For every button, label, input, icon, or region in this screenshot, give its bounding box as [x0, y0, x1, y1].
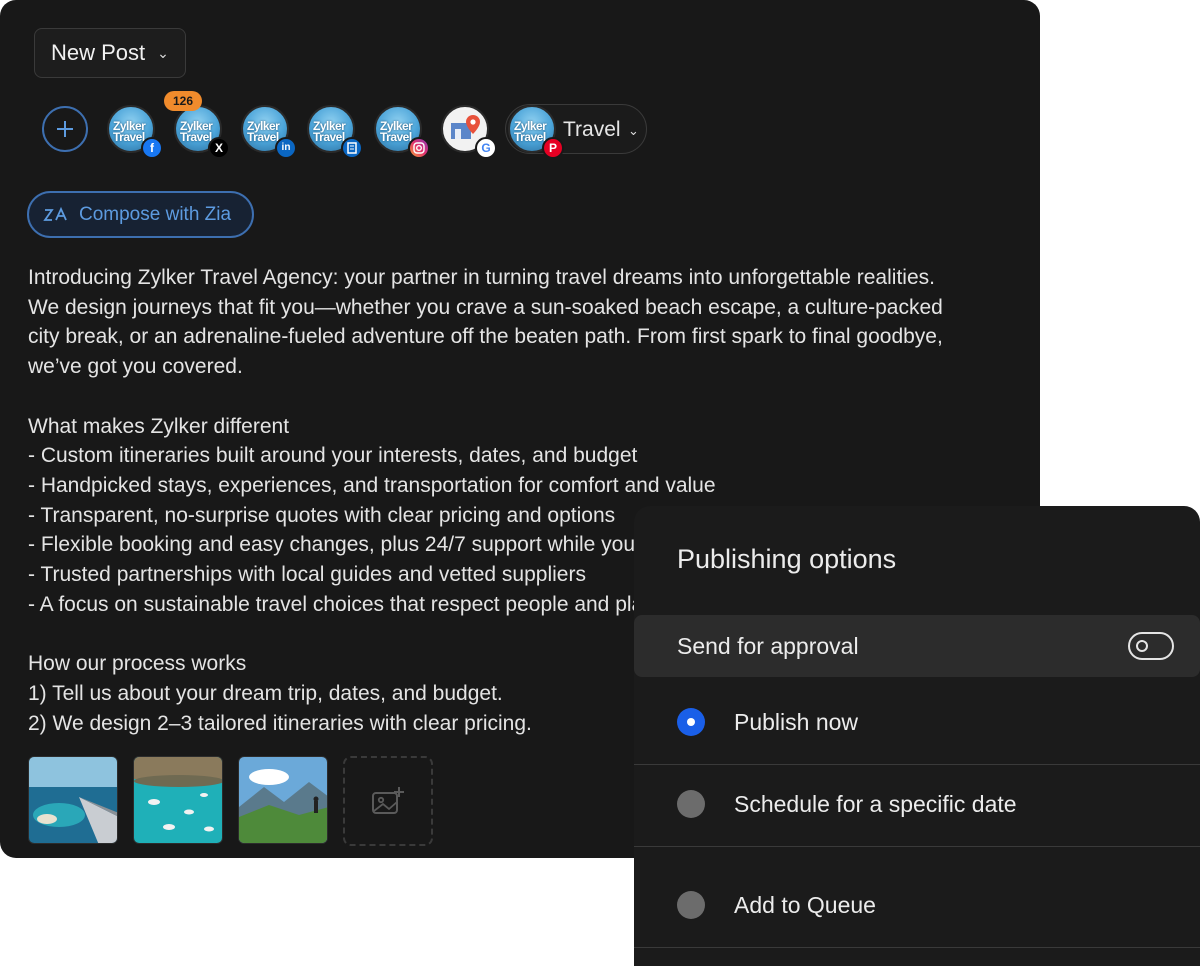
channel-avatar-linkedin[interactable]: Zylker Travel in — [241, 105, 297, 159]
channel-avatar-instagram[interactable]: Zylker Travel — [374, 105, 430, 159]
add-image-icon — [372, 787, 404, 814]
send-for-approval-toggle[interactable] — [1128, 632, 1174, 660]
new-post-label: New Post — [51, 40, 146, 65]
linkedin-icon: in — [275, 137, 297, 159]
compose-with-zia-label: Compose with Zia — [79, 203, 232, 225]
chevron-down-icon: ⌄ — [628, 123, 639, 138]
media-thumbnail[interactable] — [133, 756, 223, 844]
mountain-hiker-image — [239, 757, 327, 843]
add-media-button[interactable] — [343, 756, 433, 846]
send-for-approval-row[interactable]: Send for approval — [634, 615, 1200, 677]
turquoise-bay-image — [134, 757, 222, 843]
compose-with-zia-button[interactable]: Compose with Zia — [27, 191, 254, 238]
add-channel-button[interactable] — [42, 106, 88, 152]
chevron-down-icon: ⌄ — [157, 44, 169, 61]
google-icon: G — [475, 137, 497, 159]
divider — [634, 764, 1200, 765]
instagram-icon — [408, 137, 430, 159]
schedule-date-label: Schedule for a specific date — [734, 791, 1017, 817]
facebook-icon: f — [141, 137, 163, 159]
channel-avatar-x[interactable]: Zylker Travel X — [174, 105, 230, 159]
channel-avatar-facebook[interactable]: Zylker Travel f — [107, 105, 163, 159]
publishing-options-title: Publishing options — [677, 544, 897, 574]
divider — [634, 846, 1200, 847]
schedule-date-radio[interactable] — [677, 790, 705, 818]
send-for-approval-label: Send for approval — [677, 633, 859, 659]
media-thumbnail[interactable] — [238, 756, 328, 844]
linkedin-page-icon — [341, 137, 363, 159]
add-to-queue-radio[interactable] — [677, 891, 705, 919]
zia-icon — [43, 206, 67, 221]
publishing-options-panel: Publishing options Send for approval Pub… — [634, 506, 1200, 966]
toggle-knob — [1136, 640, 1148, 652]
publish-now-radio[interactable] — [677, 708, 705, 736]
channel-group-label: Travel — [563, 118, 621, 141]
channel-avatar-linkedin-page[interactable]: Zylker Travel — [307, 105, 363, 159]
option-schedule-date[interactable]: Schedule for a specific date — [634, 778, 1200, 828]
add-to-queue-label: Add to Queue — [734, 892, 876, 918]
pinterest-icon: P — [542, 137, 564, 159]
divider — [634, 947, 1200, 948]
plus-icon — [57, 121, 73, 137]
channel-avatar-pinterest[interactable]: Zylker Travel P — [508, 105, 564, 159]
new-post-dropdown[interactable]: New Post ⌄ — [34, 28, 186, 78]
option-publish-now[interactable]: Publish now — [634, 696, 1200, 746]
option-add-to-queue[interactable]: Add to Queue — [634, 879, 1200, 929]
media-thumbnail[interactable] — [28, 756, 118, 844]
channel-count-badge: 126 — [164, 91, 202, 111]
channel-avatar-google-business[interactable]: G — [441, 105, 497, 159]
x-icon: X — [208, 137, 230, 159]
airplane-wing-image — [29, 757, 117, 843]
publish-now-label: Publish now — [734, 709, 859, 735]
